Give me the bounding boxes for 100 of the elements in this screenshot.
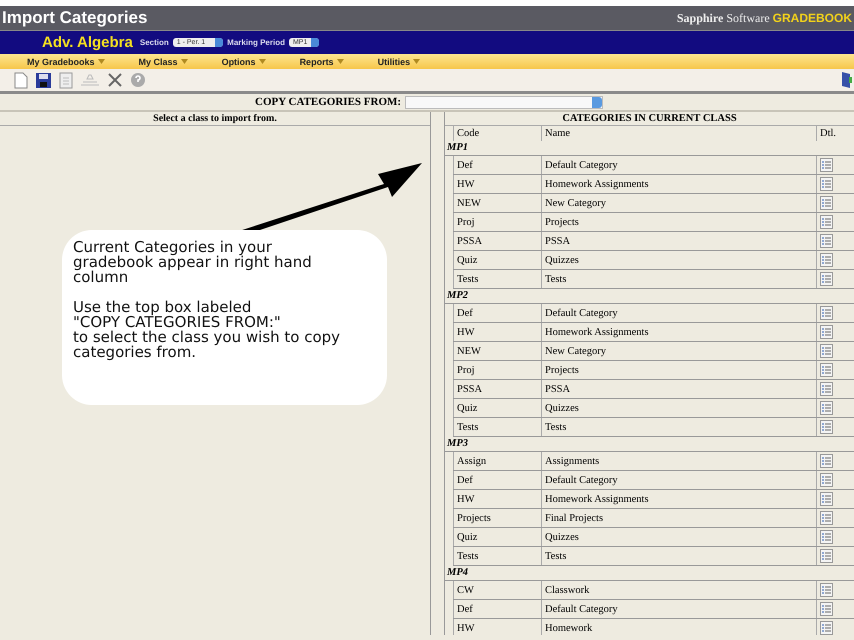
table-cell: Classwork [541,581,816,599]
table-cell: Homework [541,619,816,635]
table-cell: Tests [541,547,816,565]
table-title: CATEGORIES IN CURRENT CLASS [445,112,854,126]
details-icon[interactable] [820,549,833,563]
menu-item[interactable]: My Gradebooks [27,56,105,66]
table-cell: Proj [453,213,541,231]
table-cell: Quiz [453,399,541,417]
dropdown-caret-icon [258,59,266,64]
details-icon[interactable] [820,602,833,616]
table-cell: Assign [453,452,541,470]
table-cell: Tests [541,418,816,436]
table-cell: Homework Assignments [541,323,816,341]
period-label: Marking Period [227,38,285,47]
table-cell: Tests [453,418,541,436]
details-icon[interactable] [820,621,833,635]
table-cell: PSSA [541,232,816,250]
details-icon[interactable] [820,363,833,377]
details-icon[interactable] [820,530,833,544]
brand-name-suffix: Software [726,10,770,26]
details-icon[interactable] [820,234,833,248]
dropdown-caret-icon [336,59,344,64]
group-heading: MP2 [445,289,854,304]
table-cell: New Category [541,342,816,360]
dropdown-caret-icon [180,59,188,64]
table-cell: PSSA [541,380,816,398]
dropdown-caret-icon [98,59,105,64]
section-label: Section [140,38,169,47]
table-cell: Default Category [541,471,816,489]
class-name: Adv. Algebra [42,34,133,51]
table-cell: NEW [453,342,541,360]
details-icon[interactable] [820,454,833,468]
details-icon[interactable] [820,473,833,487]
table-cell: Final Projects [541,509,816,527]
table-cell: Proj [453,361,541,379]
menu-item[interactable]: Options [222,56,266,66]
group-heading: MP3 [445,437,854,452]
menu-item[interactable]: My Class [138,56,188,66]
details-icon[interactable] [820,325,833,339]
table-cell: NEW [453,194,541,212]
table-cell: New Category [541,194,816,212]
dropdown-caret-icon [413,59,420,64]
table-cell: Projects [541,213,816,231]
table-cell: Quiz [453,528,541,546]
table-cell: Default Category [541,304,816,322]
details-icon[interactable] [820,420,833,434]
details-icon[interactable] [820,401,833,415]
table-cell: Def [453,304,541,322]
details-icon[interactable] [820,253,833,267]
table-cell: HW [453,175,541,193]
copy-from-label: COPY CATEGORIES FROM: [255,96,402,108]
table-cell: Def [453,600,541,618]
details-icon[interactable] [820,272,833,286]
exit-door-icon[interactable] [840,71,852,89]
menu-item[interactable]: Reports [300,56,344,66]
close-icon[interactable] [107,72,123,88]
brand-name: Sapphire [676,10,724,26]
table-cell: Projects [541,361,816,379]
save-icon[interactable] [35,72,52,88]
table-cell: Def [453,156,541,174]
menu-item[interactable]: Utilities [378,56,420,66]
table-cell: Quiz [453,251,541,269]
table-cell: HW [453,323,541,341]
table-cell: Default Category [541,600,816,618]
details-icon[interactable] [820,306,833,320]
table-cell: Quizzes [541,528,816,546]
window-title: Import Categories [1,8,148,28]
details-icon[interactable] [820,215,833,229]
table-cell: Tests [541,270,816,288]
table-cell: Tests [453,270,541,288]
group-heading: MP1 [445,141,854,156]
column-header: Name [541,126,816,141]
product-name: GRADEBOOK [772,10,852,24]
table-cell: HW [453,490,541,508]
table-cell: PSSA [453,380,541,398]
details-icon[interactable] [820,177,833,191]
table-cell: Quizzes [541,251,816,269]
copy-from-select[interactable] [405,96,604,108]
column-header: Code [453,126,541,141]
details-icon[interactable] [820,511,833,525]
table-cell: Tests [453,547,541,565]
column-header: Dtl. [816,126,854,141]
details-icon[interactable] [820,382,833,396]
details-icon[interactable] [820,583,833,597]
details-icon[interactable] [820,158,833,172]
new-document-icon[interactable] [14,72,28,88]
table-cell: Assignments [541,452,816,470]
left-panel-heading: Select a class to import from. [0,112,430,126]
details-icon[interactable] [820,196,833,210]
details-icon[interactable] [820,492,833,506]
table-cell: Quizzes [541,399,816,417]
table-cell: PSSA [453,232,541,250]
details-icon[interactable] [820,344,833,358]
table-cell: Def [453,471,541,489]
callout-text: Use the top box labeled "COPY CATEGORIES FROM:" to select the class you wish to copy categories from. [73,300,342,360]
table-cell: HW [453,619,541,635]
group-heading: MP4 [445,566,854,581]
callout-text: Current Categories in your gradebook appear in right hand column [73,240,313,285]
table-cell: Homework Assignments [541,175,816,193]
table-cell: Default Category [541,156,816,174]
